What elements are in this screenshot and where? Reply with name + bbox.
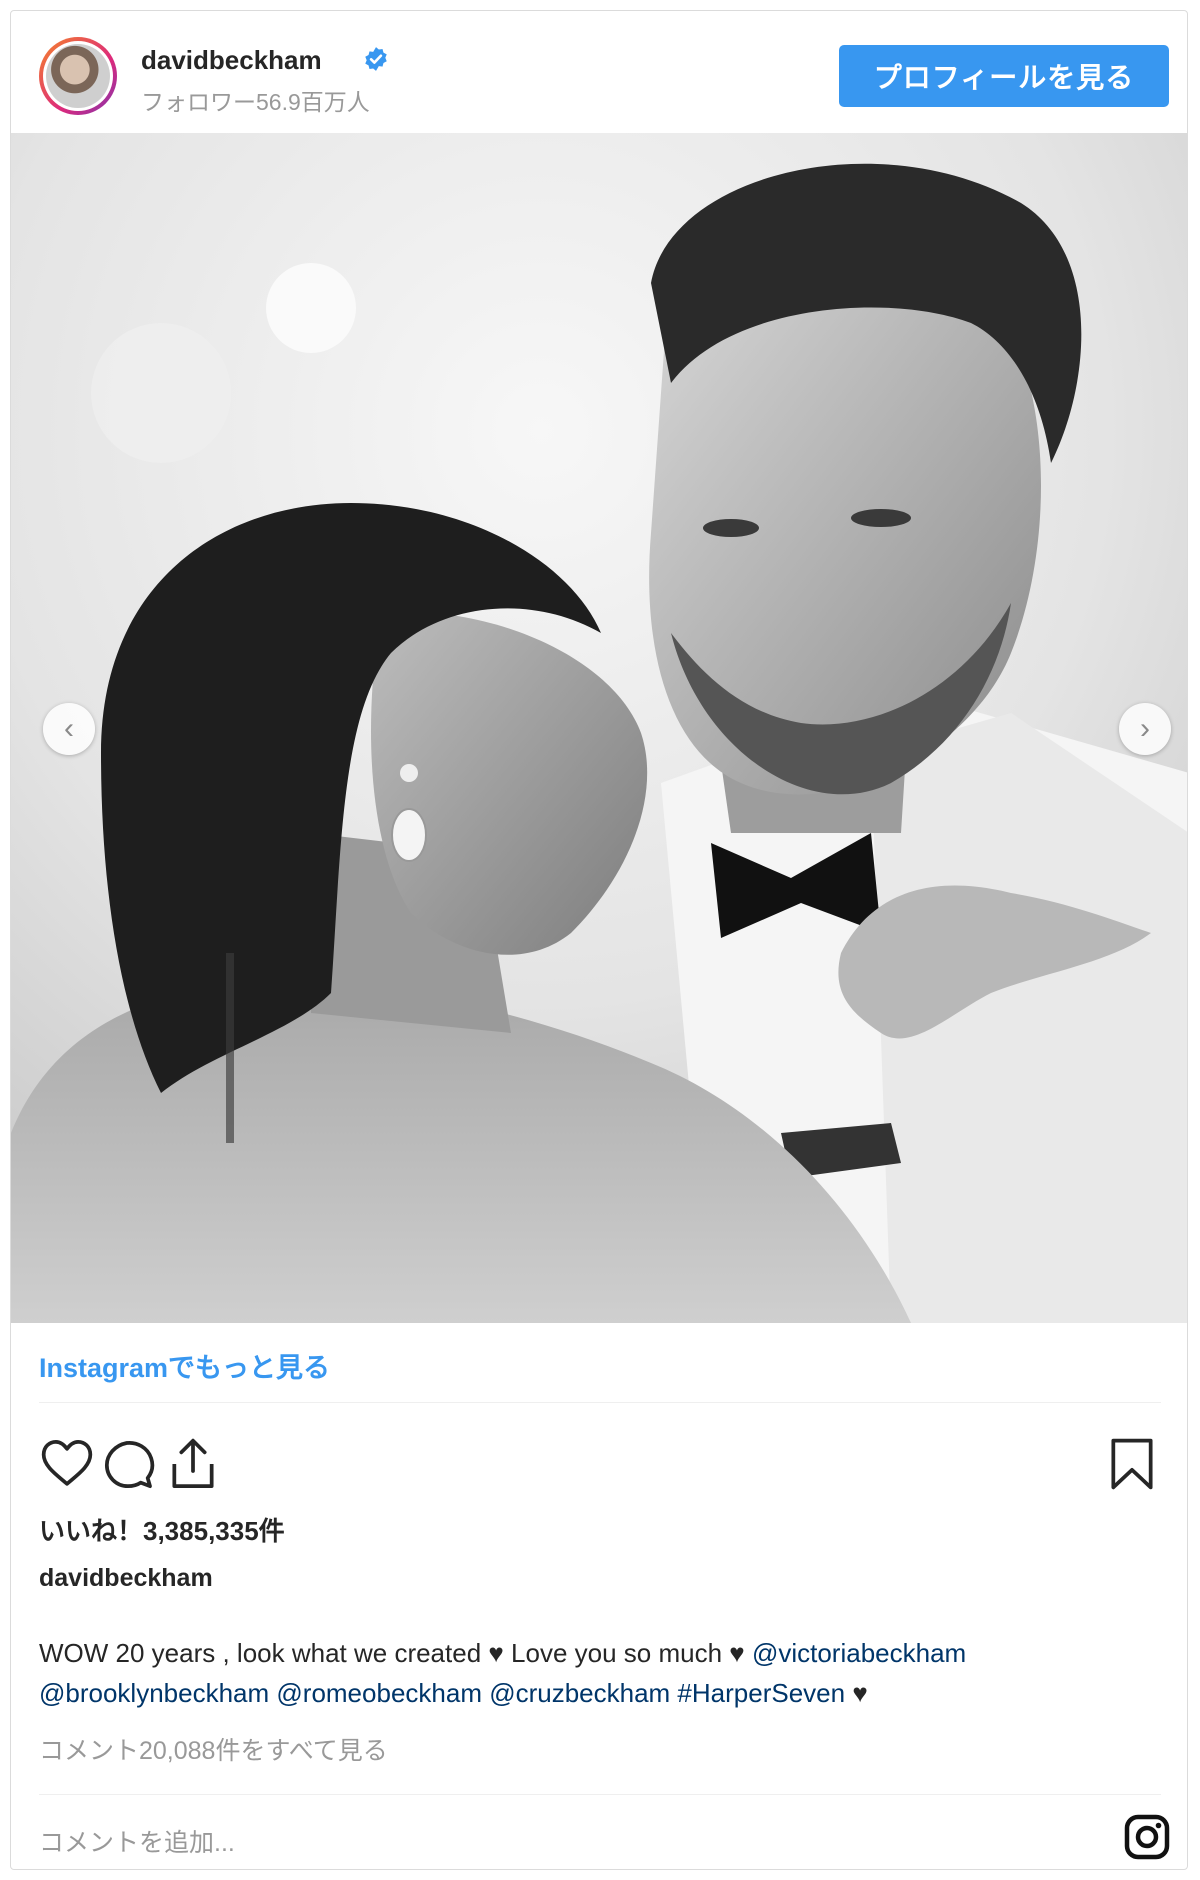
view-profile-button[interactable]: プロフィールを見る [839, 45, 1169, 107]
chevron-right-icon[interactable]: › [1119, 703, 1171, 755]
divider [39, 1794, 1161, 1795]
mention-link[interactable]: @victoriabeckham [752, 1638, 966, 1668]
action-bar [39, 1436, 1164, 1492]
follower-count: フォロワー56.9百万人 [141, 89, 370, 115]
caption-tail: ♥ [845, 1678, 868, 1708]
like-count[interactable]: いいね！3,385,335件 [39, 1511, 285, 1548]
post-photo-image [11, 133, 1187, 1323]
instagram-icon[interactable] [1123, 1813, 1171, 1861]
share-icon[interactable] [165, 1436, 221, 1492]
instagram-embed-card: davidbeckham フォロワー56.9百万人 プロフィールを見る ‹ › … [10, 10, 1188, 1870]
add-comment-input[interactable]: コメントを追加... [39, 1823, 235, 1859]
view-all-comments-link[interactable]: コメント20,088件をすべて見る [39, 1731, 388, 1767]
more-on-instagram-link[interactable]: Instagramでもっと見る [39, 1346, 330, 1385]
verified-icon [365, 47, 387, 71]
heart-icon[interactable] [39, 1436, 95, 1492]
chevron-left-icon[interactable]: ‹ [43, 703, 95, 755]
caption-username[interactable]: davidbeckham [39, 1564, 213, 1593]
mention-links[interactable]: @brooklynbeckham @romeobeckham @cruzbeck… [39, 1678, 845, 1708]
bookmark-icon[interactable] [1104, 1436, 1160, 1492]
username[interactable]: davidbeckham [141, 45, 322, 76]
avatar-ring [43, 41, 113, 111]
post-header: davidbeckham フォロワー56.9百万人 プロフィールを見る [11, 11, 1187, 133]
post-photo[interactable]: ‹ › [11, 133, 1187, 1323]
caption: WOW 20 years , look what we created ♥ Lo… [39, 1633, 1164, 1713]
comment-icon[interactable] [101, 1436, 157, 1492]
divider [39, 1402, 1161, 1403]
avatar-photo [46, 44, 110, 108]
caption-text: WOW 20 years , look what we created ♥ Lo… [39, 1638, 752, 1668]
avatar[interactable] [39, 37, 117, 115]
